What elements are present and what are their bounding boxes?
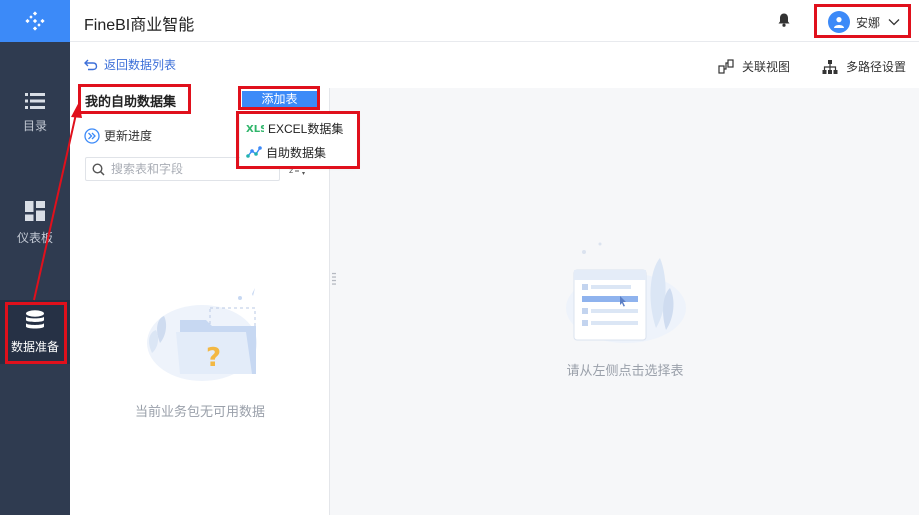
annotation-arrow bbox=[33, 102, 82, 301]
